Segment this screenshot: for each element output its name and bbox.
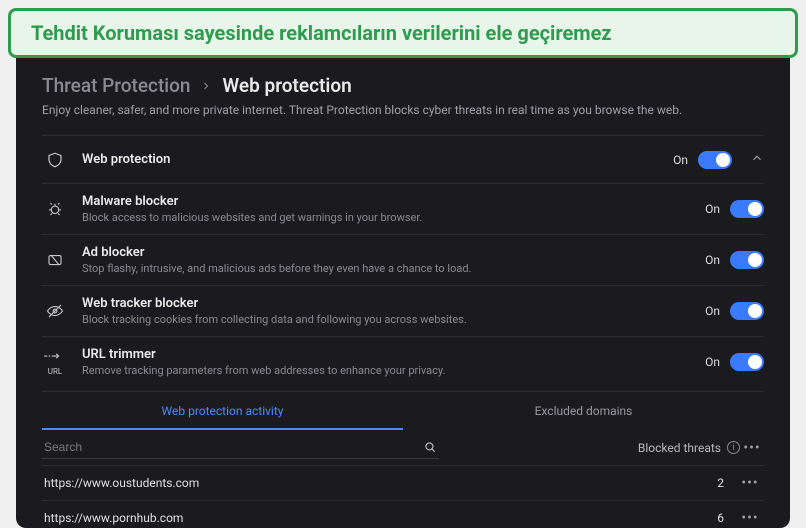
banner-text: Tehdit Koruması sayesinde reklamcıların …	[31, 21, 612, 45]
bug-icon	[42, 200, 68, 218]
chevron-right-icon	[200, 74, 212, 97]
search-icon	[423, 440, 437, 454]
shield-icon	[42, 151, 68, 169]
ad-blocker-toggle[interactable]	[730, 251, 764, 269]
url-trimmer-row: URL URL trimmer Remove tracking paramete…	[42, 336, 764, 387]
web-protection-title: Web protection	[82, 152, 659, 167]
ad-blocker-title: Ad blocker	[82, 245, 691, 260]
breadcrumb: Threat Protection Web protection	[42, 74, 764, 97]
url-icon-label: URL	[42, 366, 68, 377]
eye-off-icon	[42, 302, 68, 320]
activity-tabs: Web protection activity Excluded domains	[42, 391, 764, 430]
breadcrumb-parent[interactable]: Threat Protection	[42, 74, 190, 97]
ad-blocker-row: Ad blocker Stop flashy, intrusive, and m…	[42, 234, 764, 285]
header-more-button[interactable]: •••	[740, 440, 764, 456]
info-icon[interactable]: i	[727, 441, 740, 454]
url-trimmer-icon: URL	[42, 347, 68, 377]
tracker-blocker-state: On	[705, 304, 720, 318]
web-protection-row: Web protection On	[42, 135, 764, 183]
activity-count: 6	[439, 511, 738, 525]
tracker-blocker-title: Web tracker blocker	[82, 296, 691, 311]
activity-header-row: Blocked threats i •••	[42, 430, 764, 466]
url-trimmer-toggle[interactable]	[730, 353, 764, 371]
tab-excluded[interactable]: Excluded domains	[403, 392, 764, 430]
web-protection-state: On	[673, 153, 688, 167]
breadcrumb-current: Web protection	[222, 74, 351, 97]
malware-blocker-toggle[interactable]	[730, 200, 764, 218]
page-description: Enjoy cleaner, safer, and more private i…	[42, 103, 764, 117]
url-trimmer-state: On	[705, 355, 720, 369]
app-window: Threat Protection Web protection Enjoy c…	[16, 46, 790, 528]
web-protection-toggle[interactable]	[698, 151, 732, 169]
malware-blocker-state: On	[705, 202, 720, 216]
malware-blocker-desc: Block access to malicious websites and g…	[82, 211, 691, 224]
tracker-blocker-row: Web tracker blocker Block tracking cooki…	[42, 285, 764, 336]
chevron-up-icon[interactable]	[750, 150, 764, 169]
top-banner: Tehdit Koruması sayesinde reklamcıların …	[8, 8, 798, 58]
blocked-threats-label: Blocked threats	[638, 441, 721, 455]
search-input[interactable]	[44, 440, 423, 454]
tracker-blocker-toggle[interactable]	[730, 302, 764, 320]
ad-block-icon	[42, 251, 68, 269]
row-more-button[interactable]: •••	[738, 475, 762, 491]
table-row: https://www.oustudents.com 2 •••	[42, 466, 764, 501]
row-more-button[interactable]: •••	[738, 510, 762, 526]
url-trimmer-desc: Remove tracking parameters from web addr…	[82, 364, 691, 377]
search-box[interactable]	[42, 436, 439, 459]
blocked-threats-header: Blocked threats i	[439, 441, 740, 455]
activity-domain: https://www.pornhub.com	[44, 511, 439, 525]
tracker-blocker-desc: Block tracking cookies from collecting d…	[82, 313, 691, 326]
tab-activity[interactable]: Web protection activity	[42, 392, 403, 430]
ad-blocker-desc: Stop flashy, intrusive, and malicious ad…	[82, 262, 691, 275]
malware-blocker-row: Malware blocker Block access to maliciou…	[42, 183, 764, 234]
activity-count: 2	[439, 476, 738, 490]
ad-blocker-state: On	[705, 253, 720, 267]
url-trimmer-title: URL trimmer	[82, 347, 691, 362]
table-row: https://www.pornhub.com 6 •••	[42, 501, 764, 528]
malware-blocker-title: Malware blocker	[82, 194, 691, 209]
activity-domain: https://www.oustudents.com	[44, 476, 439, 490]
